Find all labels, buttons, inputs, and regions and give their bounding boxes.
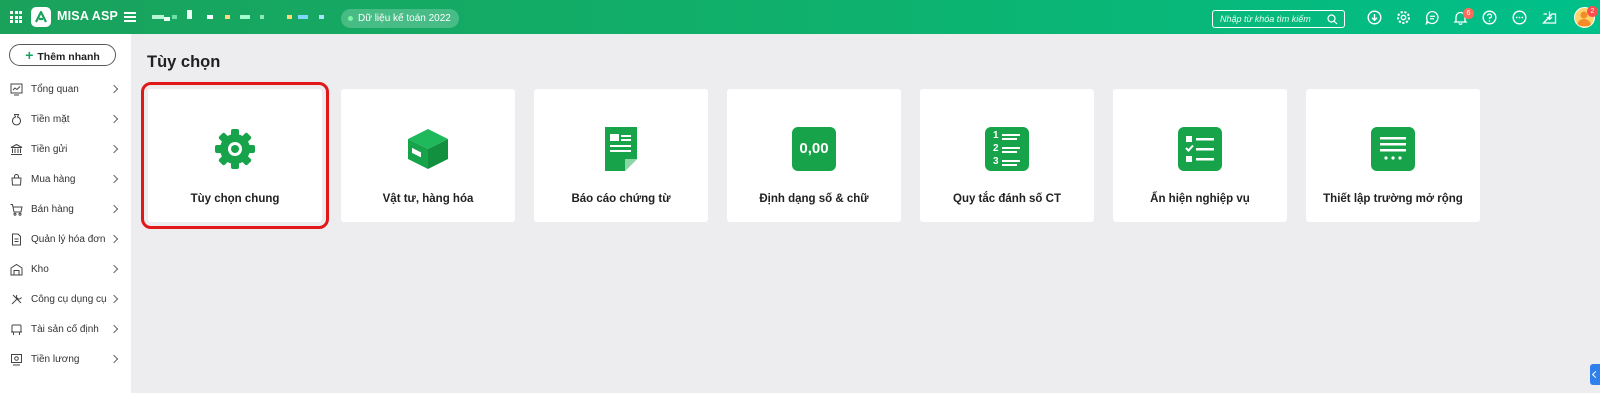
sidebar-item-tools[interactable]: Công cụ dụng cụ	[0, 285, 131, 315]
sidebar-item-label: Tiền gửi	[31, 144, 68, 155]
quick-add-label: Thêm nhanh	[37, 51, 100, 63]
sidebar: + Thêm nhanh Tổng quan Tiền mặt Tiền gửi …	[0, 34, 131, 393]
sidebar-item-cash[interactable]: Tiền mặt	[0, 105, 131, 135]
chevron-right-icon	[109, 174, 119, 184]
sidebar-item-warehouse[interactable]: Kho	[0, 255, 131, 285]
sidebar-item-purchasing[interactable]: Mua hàng	[0, 165, 131, 195]
checklist-icon	[1178, 127, 1222, 171]
chevron-right-icon	[109, 204, 119, 214]
help-icon[interactable]	[1482, 10, 1497, 25]
sidebar-item-label: Tiền lương	[31, 354, 80, 365]
gear-icon[interactable]	[1396, 10, 1411, 25]
plus-icon: +	[25, 47, 34, 63]
sidebar-item-deposits[interactable]: Tiền gửi	[0, 135, 131, 165]
search-input[interactable]	[1213, 11, 1325, 27]
option-card-general[interactable]: Tùy chọn chung	[141, 82, 329, 229]
bank-icon	[10, 143, 23, 155]
collapse-panel-toggle[interactable]	[1590, 364, 1600, 385]
box-icon	[408, 129, 448, 169]
option-card-document-reports[interactable]: Báo cáo chứng từ	[534, 89, 708, 222]
sidebar-item-label: Tổng quan	[31, 84, 79, 95]
number-format-icon: 0,00	[792, 127, 836, 171]
salary-icon	[11, 354, 22, 366]
sidebar-item-invoices[interactable]: Quản lý hóa đơn	[0, 225, 131, 255]
page-title: Tùy chọn	[147, 53, 221, 71]
download-icon[interactable]	[1367, 10, 1382, 25]
data-year-badge[interactable]: Dữ liệu kế toán 2022	[341, 9, 459, 28]
sidebar-item-label: Tiền mặt	[31, 114, 70, 125]
option-card-number-format[interactable]: 0,00 Định dạng số & chữ	[727, 89, 901, 222]
gear-icon	[215, 129, 255, 169]
sidebar-item-label: Công cụ dụng cụ	[31, 294, 107, 305]
option-card-label: Ẩn hiện nghiệp vụ	[1150, 193, 1250, 205]
notification-count-badge: 6	[1463, 8, 1474, 19]
option-card-show-hide-operations[interactable]: Ẩn hiện nghiệp vụ	[1113, 89, 1287, 222]
top-bar: MISA ASP Dữ liệu kế toán 2022 6 2	[0, 0, 1600, 34]
option-card-materials-goods[interactable]: Vật tư, hàng hóa	[341, 89, 515, 222]
search-box[interactable]	[1212, 10, 1345, 28]
sidebar-item-fixed-assets[interactable]: Tài sản cố định	[0, 315, 131, 345]
sidebar-item-label: Quản lý hóa đơn	[31, 234, 106, 245]
option-card-label: Tùy chọn chung	[190, 193, 280, 205]
sidebar-item-label: Tài sản cố định	[31, 324, 99, 335]
menu-icon[interactable]	[124, 12, 136, 22]
chevron-right-icon	[109, 294, 119, 304]
chevron-right-icon	[109, 114, 119, 124]
money-bag-icon	[12, 114, 21, 126]
brand-name: MISA ASP	[57, 9, 119, 23]
more-icon[interactable]	[1512, 10, 1527, 25]
apps-grid-icon[interactable]	[10, 11, 22, 23]
option-card-label: Định dạng số & chữ	[759, 193, 869, 205]
warehouse-icon	[10, 263, 23, 276]
chat-icon[interactable]	[1425, 10, 1440, 25]
quick-add-button[interactable]: + Thêm nhanh	[9, 44, 116, 66]
shopping-bag-icon	[11, 174, 22, 186]
avatar-count-badge: 2	[1587, 6, 1598, 17]
invoice-icon	[12, 233, 21, 246]
extended-fields-icon	[1371, 127, 1415, 171]
sidebar-item-label: Mua hàng	[31, 174, 76, 185]
chevron-right-icon	[109, 234, 119, 244]
organization-name-redacted	[150, 10, 330, 23]
document-icon	[605, 127, 637, 171]
option-card-label: Báo cáo chứng từ	[571, 193, 671, 205]
option-card-label: Vật tư, hàng hóa	[382, 193, 474, 205]
dashboard-icon	[10, 83, 23, 96]
chevron-right-icon	[109, 144, 119, 154]
option-card-numbering-rules[interactable]: 1 2 3 Quy tắc đánh số CT	[920, 89, 1094, 222]
sidebar-item-sales[interactable]: Bán hàng	[0, 195, 131, 225]
misa-logo[interactable]	[31, 7, 51, 27]
option-card-extended-fields[interactable]: Thiết lập trường mở rộng	[1306, 89, 1480, 222]
option-card-label: Quy tắc đánh số CT	[953, 193, 1061, 205]
sidebar-item-label: Kho	[31, 264, 49, 275]
numbered-list-icon: 1 2 3	[985, 127, 1029, 171]
cart-icon	[10, 204, 23, 216]
tools-icon	[11, 294, 22, 305]
search-icon[interactable]	[1327, 14, 1338, 25]
chevron-right-icon	[109, 324, 119, 334]
chevron-right-icon	[109, 84, 119, 94]
chevron-right-icon	[109, 354, 119, 364]
asset-icon	[11, 324, 22, 335]
inbox-icon[interactable]	[1542, 10, 1557, 25]
sidebar-item-label: Bán hàng	[31, 204, 74, 215]
sidebar-item-payroll[interactable]: Tiền lương	[0, 345, 131, 375]
option-card-label: Thiết lập trường mở rộng	[1323, 193, 1463, 205]
sidebar-item-overview[interactable]: Tổng quan	[0, 75, 131, 105]
chevron-right-icon	[109, 264, 119, 274]
